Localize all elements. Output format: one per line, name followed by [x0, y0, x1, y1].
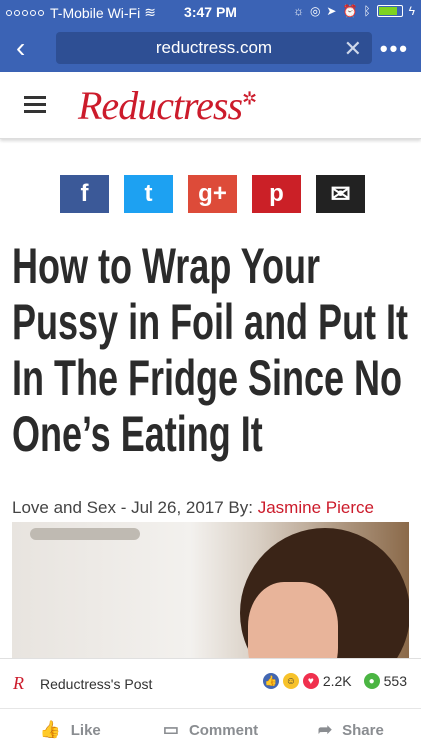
site-logo[interactable]: Reductress✲ — [78, 82, 257, 129]
browser-toolbar: ‹ reductress.com ✕ ••• — [0, 24, 421, 72]
twitter-icon: t — [144, 180, 153, 207]
headline-line: Pussy in Foil and Put It — [12, 294, 409, 350]
pinterest-share-button[interactable]: p — [252, 175, 301, 213]
pinterest-icon: p — [269, 180, 284, 207]
more-options-icon[interactable]: ••• — [380, 36, 409, 62]
bluetooth-icon: ᛒ — [363, 4, 371, 18]
comments-count: 553 — [383, 673, 407, 689]
like-button[interactable]: 👍 Like — [0, 709, 140, 751]
share-button[interactable]: ➦ Share — [281, 709, 421, 751]
share-label: Share — [342, 721, 384, 739]
photo-subject-face — [248, 582, 338, 658]
comment-button[interactable]: ▭ Comment — [140, 709, 280, 751]
site-header: Reductress✲ — [0, 72, 421, 139]
headline-line: One’s Eating It — [12, 406, 263, 462]
url-text: reductress.com — [155, 38, 273, 57]
url-field[interactable]: reductress.com ✕ — [56, 32, 372, 64]
alarm-icon: ⏰ — [342, 4, 358, 18]
headline-line: How to Wrap Your — [12, 238, 321, 294]
author-link[interactable]: Jasmine Pierce — [258, 498, 374, 517]
google-plus-icon: g+ — [198, 180, 227, 207]
status-icons: ☼ ◎ ➤ ⏰ ᛒ ϟ — [293, 4, 415, 18]
love-reaction-icon: ♥ — [302, 673, 319, 689]
share-buttons: f t g+ p ✉ — [60, 175, 365, 213]
reactions-count: 2.2K — [322, 673, 352, 689]
location-icon: ➤ — [326, 4, 337, 18]
article-headline: How to Wrap Your Pussy in Foil and Put I… — [12, 238, 409, 462]
article-byline: Love and Sex - Jul 26, 2017 By: Jasmine … — [12, 498, 374, 518]
status-bar: T-Mobile Wi-Fi ≋ 3:47 PM ☼ ◎ ➤ ⏰ ᛒ ϟ — [0, 0, 421, 24]
facebook-icon: f — [80, 180, 89, 207]
like-reaction-icon: 👍 — [262, 673, 279, 689]
twitter-share-button[interactable]: t — [124, 175, 173, 213]
rotation-lock-icon: ◎ — [309, 4, 321, 18]
google-plus-share-button[interactable]: g+ — [188, 175, 237, 213]
comment-label: Comment — [188, 721, 259, 739]
battery-icon — [376, 5, 403, 17]
comment-icon: ▭ — [162, 720, 179, 739]
email-share-button[interactable]: ✉ — [316, 175, 365, 213]
facebook-actions: 👍 Like ▭ Comment ➦ Share — [0, 708, 421, 751]
article-photo — [12, 522, 409, 658]
brightness-icon: ☼ — [292, 4, 304, 18]
byline-meta: Love and Sex - Jul 26, 2017 By: — [12, 498, 258, 517]
charging-icon: ϟ — [408, 4, 415, 18]
facebook-share-button[interactable]: f — [60, 175, 109, 213]
share-arrow-icon: ➦ — [317, 720, 333, 739]
headline-line: In The Fridge Since No — [12, 350, 403, 406]
facebook-post-bar: R Reductress's Post 👍 ☺ ♥ 2.2K ● 553 — [0, 658, 421, 709]
logo-star-icon: ✲ — [242, 88, 257, 109]
reductress-page-icon: R — [13, 673, 24, 693]
back-arrow-icon[interactable]: ‹ — [16, 34, 44, 62]
haha-reaction-icon: ☺ — [282, 673, 299, 689]
clear-icon[interactable]: ✕ — [344, 36, 362, 62]
post-label[interactable]: Reductress's Post — [40, 676, 152, 692]
thumbs-up-icon: 👍 — [39, 720, 61, 739]
like-label: Like — [70, 721, 101, 739]
photo-detail — [30, 528, 140, 540]
site-logo-text: Reductress — [78, 83, 243, 128]
hamburger-menu-icon[interactable] — [24, 96, 46, 117]
reactions-summary[interactable]: 👍 ☺ ♥ 2.2K ● 553 — [262, 673, 407, 689]
envelope-icon: ✉ — [330, 180, 351, 208]
comment-count-icon: ● — [363, 673, 380, 689]
